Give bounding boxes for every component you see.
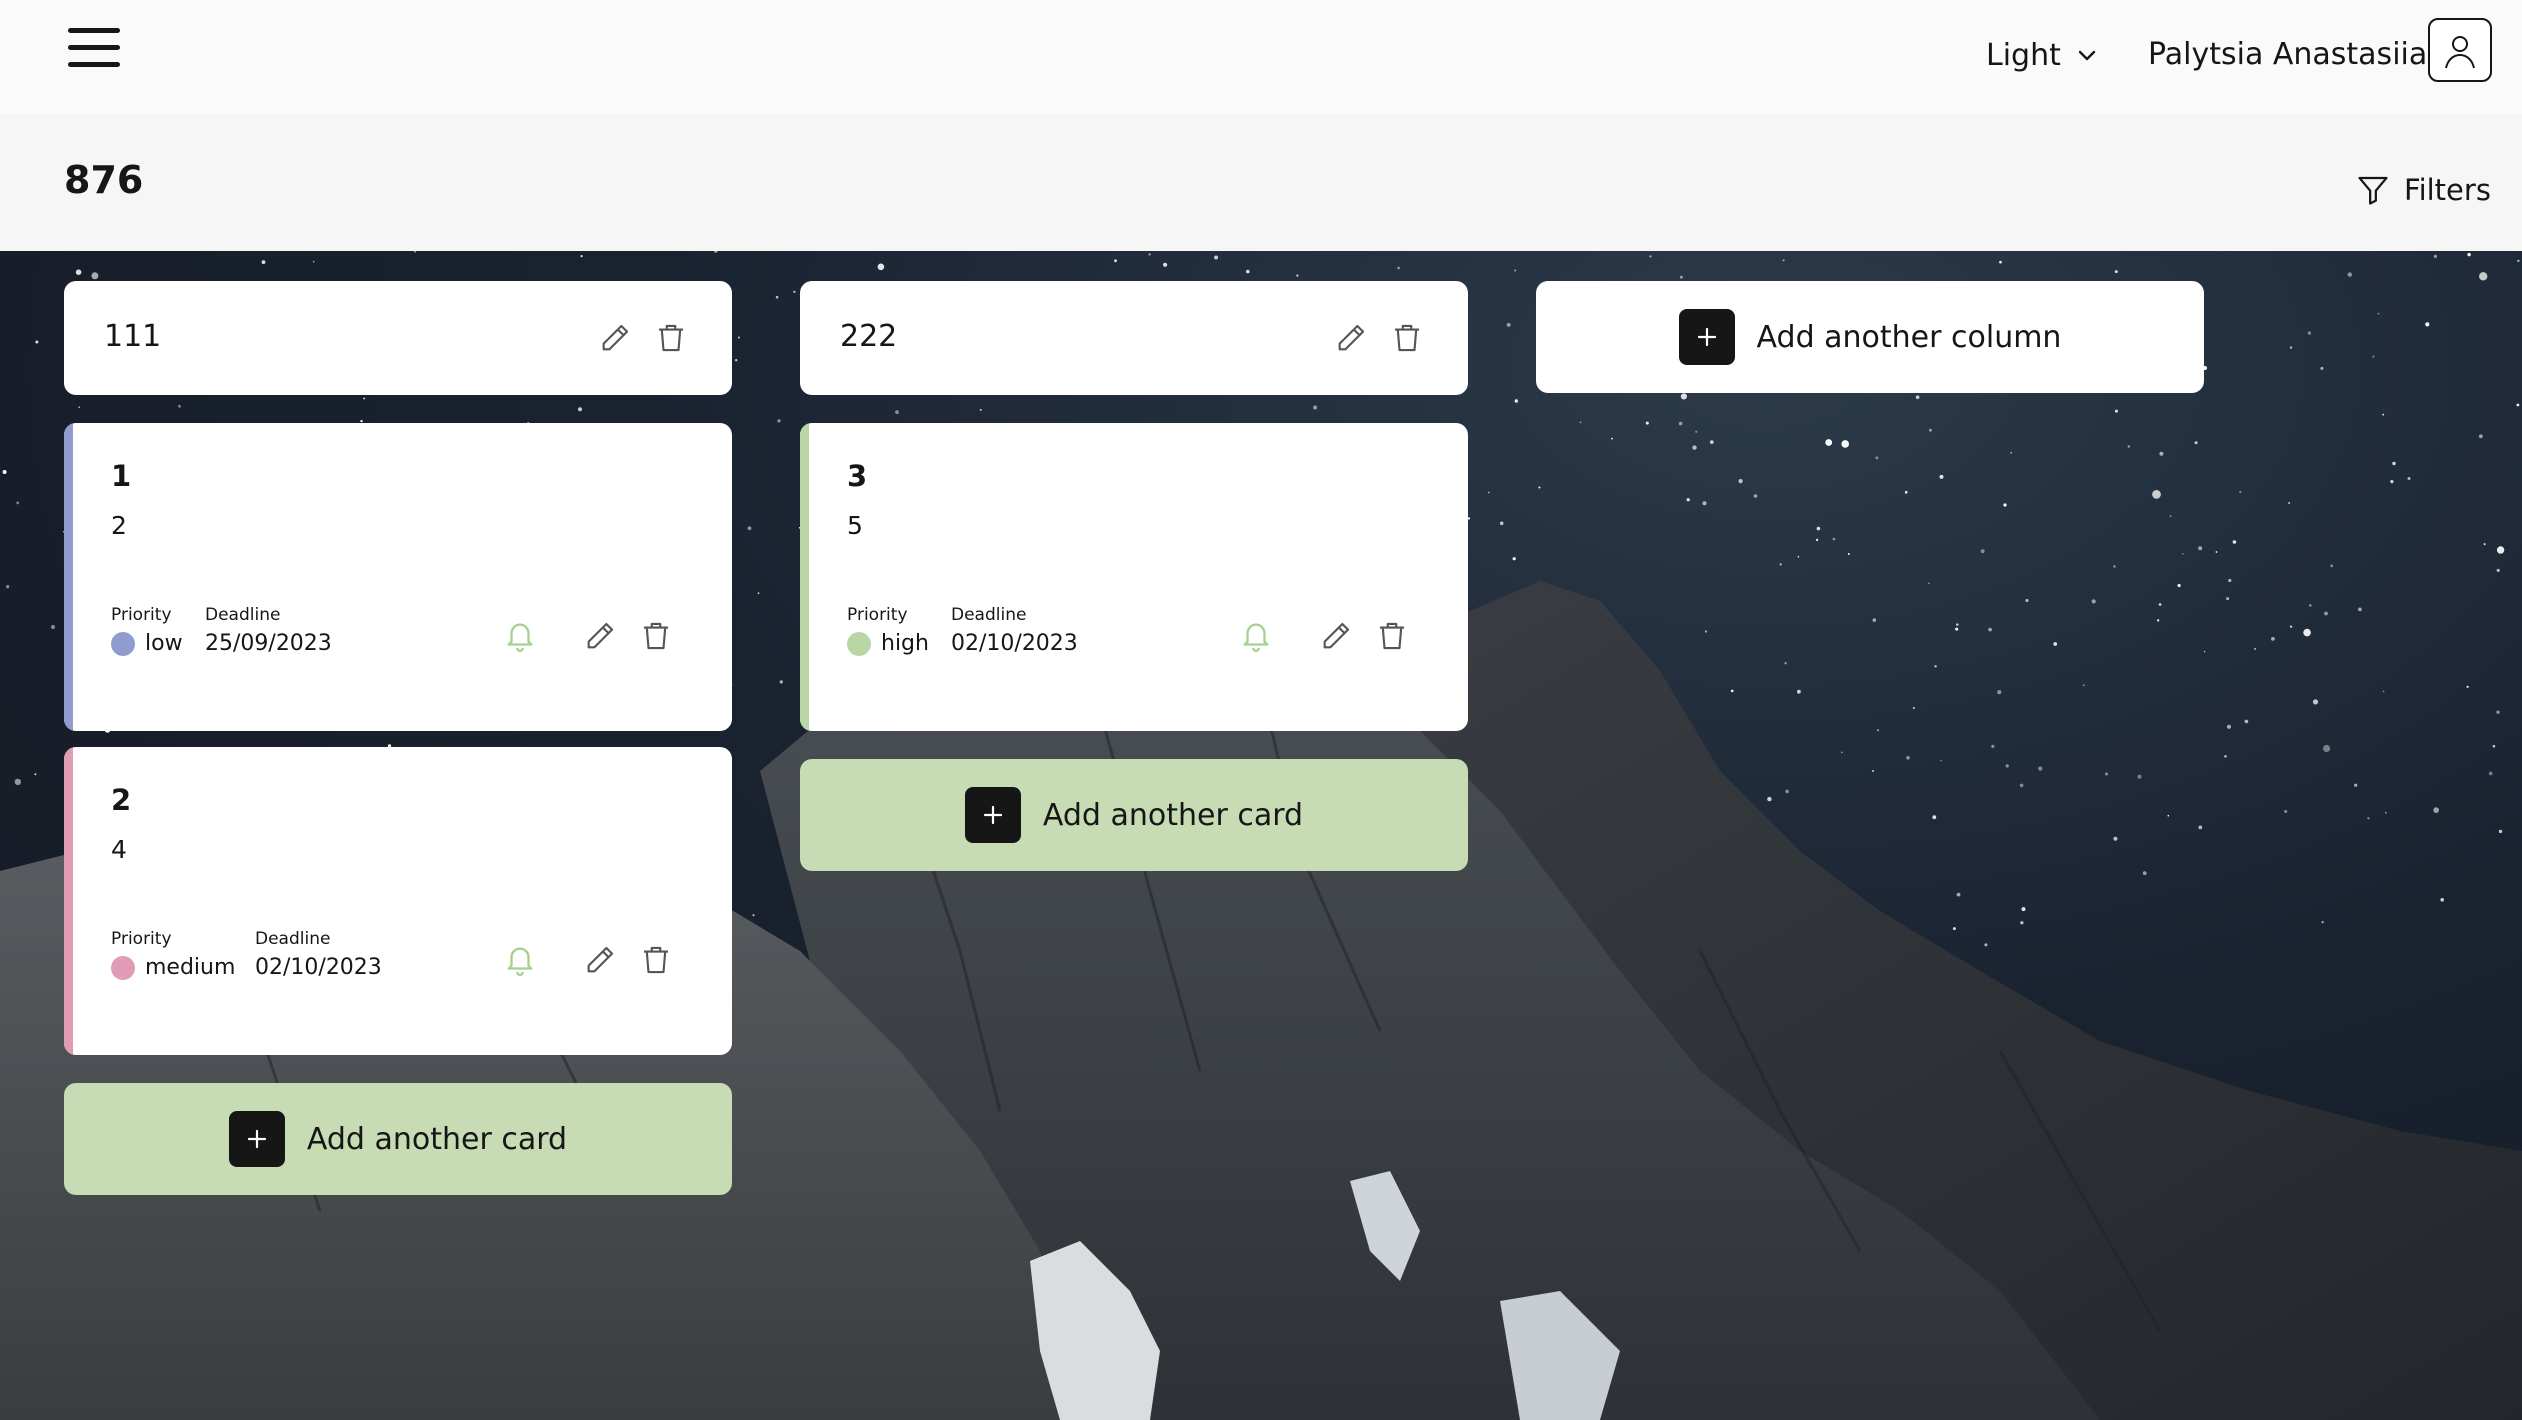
add-card-label: Add another card [1042, 797, 1304, 833]
trash-icon [643, 946, 669, 974]
edit-card-button[interactable] [1316, 616, 1356, 656]
theme-select-value: Light [1986, 37, 2061, 73]
delete-column-button[interactable] [651, 318, 691, 358]
edit-card-button[interactable] [580, 616, 620, 656]
column-title: 111 [104, 319, 162, 354]
deadline-value: 02/10/2023 [255, 955, 382, 980]
priority-dot [111, 955, 135, 980]
plus-icon [964, 787, 1021, 843]
add-card-button[interactable]: Add another card [64, 1083, 732, 1195]
card-title: 3 [847, 459, 868, 493]
delete-card-button[interactable] [1372, 616, 1412, 656]
priority-label: Priority [111, 929, 172, 949]
priority-dot [111, 631, 135, 656]
user-avatar-icon[interactable] [2428, 18, 2492, 82]
card-description: 5 [847, 511, 863, 540]
task-card[interactable]: 1 2 Priority Deadline low 25/09/2023 [64, 423, 732, 731]
priority-accent-bar [64, 747, 73, 1055]
pencil-icon [1338, 324, 1365, 351]
priority-label: Priority [111, 605, 172, 625]
pencil-icon [1323, 622, 1350, 649]
task-card[interactable]: 2 4 Priority Deadline medium 02/10/2023 [64, 747, 732, 1055]
priority-accent-bar [64, 423, 73, 731]
chevron-down-icon [2078, 50, 2096, 61]
edit-column-button[interactable] [1331, 318, 1371, 358]
column-header: 222 [800, 281, 1468, 395]
trash-icon [1394, 324, 1420, 352]
edit-card-button[interactable] [580, 940, 620, 980]
notify-button[interactable] [500, 616, 540, 656]
priority-value: medium [111, 955, 235, 980]
notify-button[interactable] [500, 940, 540, 980]
delete-column-button[interactable] [1387, 318, 1427, 358]
top-bar: Light Palytsia Anastasiia [0, 0, 2522, 114]
pencil-icon [587, 946, 614, 973]
priority-label: Priority [847, 605, 908, 625]
pencil-icon [602, 324, 629, 351]
priority-text: low [145, 631, 183, 656]
deadline-label: Deadline [255, 929, 331, 949]
edit-column-button[interactable] [595, 318, 635, 358]
trash-icon [643, 622, 669, 650]
bell-icon [507, 623, 533, 652]
add-card-label: Add another card [306, 1121, 568, 1157]
board-title-bar: 876 Filters [0, 114, 2522, 251]
delete-card-button[interactable] [636, 940, 676, 980]
priority-text: high [881, 631, 929, 656]
pencil-icon [587, 622, 614, 649]
deadline-label: Deadline [205, 605, 281, 625]
trash-icon [658, 324, 684, 352]
plus-icon [1678, 309, 1735, 365]
add-column-button[interactable]: Add another column [1536, 281, 2204, 393]
funnel-icon [2358, 176, 2388, 205]
deadline-value: 25/09/2023 [205, 631, 332, 656]
deadline-value: 02/10/2023 [951, 631, 1078, 656]
notify-button[interactable] [1236, 616, 1276, 656]
deadline-label: Deadline [951, 605, 1027, 625]
bell-icon [507, 947, 533, 976]
add-column-label: Add another column [1756, 319, 2062, 355]
priority-value: low [111, 631, 183, 656]
user-name: Palytsia Anastasiia [2148, 37, 2428, 72]
board-title: 876 [64, 158, 144, 202]
card-description: 2 [111, 511, 127, 540]
trash-icon [1379, 622, 1405, 650]
priority-accent-bar [800, 423, 809, 731]
theme-select[interactable]: Light [1986, 30, 2099, 80]
filters-button[interactable]: Filters [2356, 172, 2491, 208]
priority-dot [847, 631, 871, 656]
plus-icon [228, 1111, 285, 1167]
priority-text: medium [145, 955, 236, 980]
card-title: 1 [111, 459, 132, 493]
column-title: 222 [840, 319, 898, 354]
bell-icon [1243, 623, 1269, 652]
column-header: 111 [64, 281, 732, 395]
filters-label: Filters [2404, 173, 2491, 207]
delete-card-button[interactable] [636, 616, 676, 656]
card-title: 2 [111, 783, 132, 817]
add-card-button[interactable]: Add another card [800, 759, 1468, 871]
hamburger-menu-icon[interactable] [66, 26, 122, 70]
priority-value: high [847, 631, 929, 656]
task-card[interactable]: 3 5 Priority Deadline high 02/10/2023 [800, 423, 1468, 731]
card-description: 4 [111, 835, 127, 864]
